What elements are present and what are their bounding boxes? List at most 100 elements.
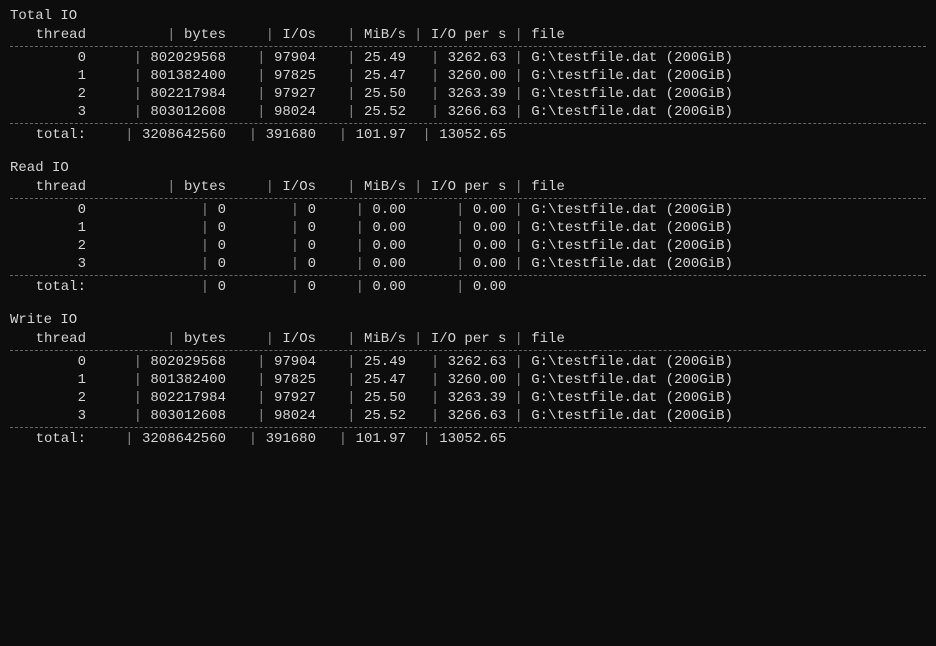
table-row: 3 | 803012608| 98024| 25.52| 3266.63| G:… <box>10 407 926 425</box>
data-cell-3: | 0.00 <box>320 255 410 273</box>
header-cell-MiB-s: | MiB/s <box>320 330 410 348</box>
total-label: total: <box>10 278 90 296</box>
data-cell-0: 2 <box>10 85 90 103</box>
data-cell-3: | 0.00 <box>320 201 410 219</box>
data-cell-1: | 0 <box>90 255 230 273</box>
table-total-io: thread | bytes| I/Os| MiB/s| I/O per s| … <box>10 26 926 144</box>
table-row: 1 | 0| 0| 0.00| 0.00| G:\testfile.dat (2… <box>10 219 926 237</box>
total-ios: | 391680 <box>230 126 320 144</box>
table-header-row: thread | bytes| I/Os| MiB/s| I/O per s| … <box>10 26 926 44</box>
data-cell-0: 3 <box>10 103 90 121</box>
table-row: 1 | 801382400| 97825| 25.47| 3260.00| G:… <box>10 67 926 85</box>
header-cell-file: | file <box>510 178 926 196</box>
data-cell-1: | 801382400 <box>90 67 230 85</box>
table-row: 1 | 801382400| 97825| 25.47| 3260.00| G:… <box>10 371 926 389</box>
header-cell-thread: thread <box>10 178 90 196</box>
data-cell-3: | 25.49 <box>320 353 410 371</box>
total-bytes: | 3208642560 <box>90 430 230 448</box>
total-label: total: <box>10 126 90 144</box>
data-cell-5: | G:\testfile.dat (200GiB) <box>510 371 926 389</box>
data-cell-1: | 0 <box>90 219 230 237</box>
data-cell-3: | 25.50 <box>320 85 410 103</box>
table-header-row: thread | bytes| I/Os| MiB/s| I/O per s| … <box>10 178 926 196</box>
data-cell-4: | 3263.39 <box>410 85 510 103</box>
data-cell-2: | 97904 <box>230 353 320 371</box>
data-cell-1: | 802029568 <box>90 353 230 371</box>
section-write-io: Write IO thread | bytes| I/Os| MiB/s| I/O… <box>10 312 926 448</box>
table-read-io: thread | bytes| I/Os| MiB/s| I/O per s| … <box>10 178 926 296</box>
table-row: 0 | 802029568| 97904| 25.49| 3262.63| G:… <box>10 353 926 371</box>
data-cell-2: | 97927 <box>230 389 320 407</box>
data-cell-2: | 98024 <box>230 407 320 425</box>
data-cell-1: | 803012608 <box>90 103 230 121</box>
header-cell-file: | file <box>510 330 926 348</box>
data-cell-0: 1 <box>10 67 90 85</box>
total-mibs: | 0.00 <box>320 278 410 296</box>
total-mibs: | 101.97 <box>320 430 410 448</box>
data-cell-4: | 3266.63 <box>410 103 510 121</box>
data-cell-5: | G:\testfile.dat (200GiB) <box>510 85 926 103</box>
data-cell-4: | 0.00 <box>410 219 510 237</box>
data-cell-3: | 25.50 <box>320 389 410 407</box>
header-cell-MiB-s: | MiB/s <box>320 26 410 44</box>
data-cell-4: | 0.00 <box>410 237 510 255</box>
data-cell-4: | 0.00 <box>410 255 510 273</box>
data-cell-2: | 98024 <box>230 103 320 121</box>
total-row: total:| 3208642560 | 391680| 101.97 | 13… <box>10 430 926 448</box>
app-container: Total IOthread | bytes| I/Os| MiB/s| I/O… <box>10 8 926 448</box>
data-cell-5: | G:\testfile.dat (200GiB) <box>510 255 926 273</box>
header-cell-bytes: | bytes <box>90 330 230 348</box>
table-header-row: thread | bytes| I/Os| MiB/s| I/O per s| … <box>10 330 926 348</box>
data-cell-0: 0 <box>10 201 90 219</box>
total-row: total:| 3208642560 | 391680| 101.97 | 13… <box>10 126 926 144</box>
data-cell-4: | 0.00 <box>410 201 510 219</box>
total-row: total:| 0 | 0 | 0.00 | 0.00 <box>10 278 926 296</box>
data-cell-4: | 3263.39 <box>410 389 510 407</box>
header-cell-MiB-s: | MiB/s <box>320 178 410 196</box>
data-cell-5: | G:\testfile.dat (200GiB) <box>510 407 926 425</box>
data-cell-2: | 97825 <box>230 67 320 85</box>
total-label: total: <box>10 430 90 448</box>
data-cell-4: | 3262.63 <box>410 353 510 371</box>
data-cell-5: | G:\testfile.dat (200GiB) <box>510 219 926 237</box>
data-cell-1: | 802217984 <box>90 389 230 407</box>
data-cell-2: | 97825 <box>230 371 320 389</box>
data-cell-0: 0 <box>10 353 90 371</box>
data-cell-4: | 3260.00 <box>410 371 510 389</box>
header-cell-I-Os: | I/Os <box>230 330 320 348</box>
table-row: 2 | 0| 0| 0.00| 0.00| G:\testfile.dat (2… <box>10 237 926 255</box>
total-file-empty <box>510 430 926 448</box>
data-cell-1: | 0 <box>90 237 230 255</box>
table-row: 0 | 802029568| 97904| 25.49| 3262.63| G:… <box>10 49 926 67</box>
header-cell-I-O-per-s: | I/O per s <box>410 330 510 348</box>
section-total-io: Total IO thread | bytes| I/Os| MiB/s| I/O… <box>10 8 926 144</box>
header-cell-thread: thread <box>10 330 90 348</box>
total-mibs: | 101.97 <box>320 126 410 144</box>
total-iops: | 13052.65 <box>410 126 510 144</box>
data-cell-3: | 25.49 <box>320 49 410 67</box>
table-row: 3 | 803012608| 98024| 25.52| 3266.63| G:… <box>10 103 926 121</box>
data-cell-5: | G:\testfile.dat (200GiB) <box>510 353 926 371</box>
data-cell-2: | 0 <box>230 255 320 273</box>
data-cell-0: 3 <box>10 407 90 425</box>
data-cell-5: | G:\testfile.dat (200GiB) <box>510 237 926 255</box>
table-row: 0 | 0| 0| 0.00| 0.00| G:\testfile.dat (2… <box>10 201 926 219</box>
total-bytes: | 0 <box>90 278 230 296</box>
total-file-empty <box>510 278 926 296</box>
data-cell-5: | G:\testfile.dat (200GiB) <box>510 67 926 85</box>
section-title-total-io: Total IO <box>10 8 926 24</box>
data-cell-5: | G:\testfile.dat (200GiB) <box>510 389 926 407</box>
data-cell-1: | 803012608 <box>90 407 230 425</box>
table-row: 2 | 802217984| 97927| 25.50| 3263.39| G:… <box>10 85 926 103</box>
data-cell-0: 3 <box>10 255 90 273</box>
data-cell-5: | G:\testfile.dat (200GiB) <box>510 49 926 67</box>
data-cell-0: 2 <box>10 237 90 255</box>
total-file-empty <box>510 126 926 144</box>
header-cell-thread: thread <box>10 26 90 44</box>
section-title-write-io: Write IO <box>10 312 926 328</box>
total-ios: | 0 <box>230 278 320 296</box>
header-cell-bytes: | bytes <box>90 26 230 44</box>
data-cell-4: | 3262.63 <box>410 49 510 67</box>
data-cell-1: | 0 <box>90 201 230 219</box>
header-cell-I-O-per-s: | I/O per s <box>410 178 510 196</box>
